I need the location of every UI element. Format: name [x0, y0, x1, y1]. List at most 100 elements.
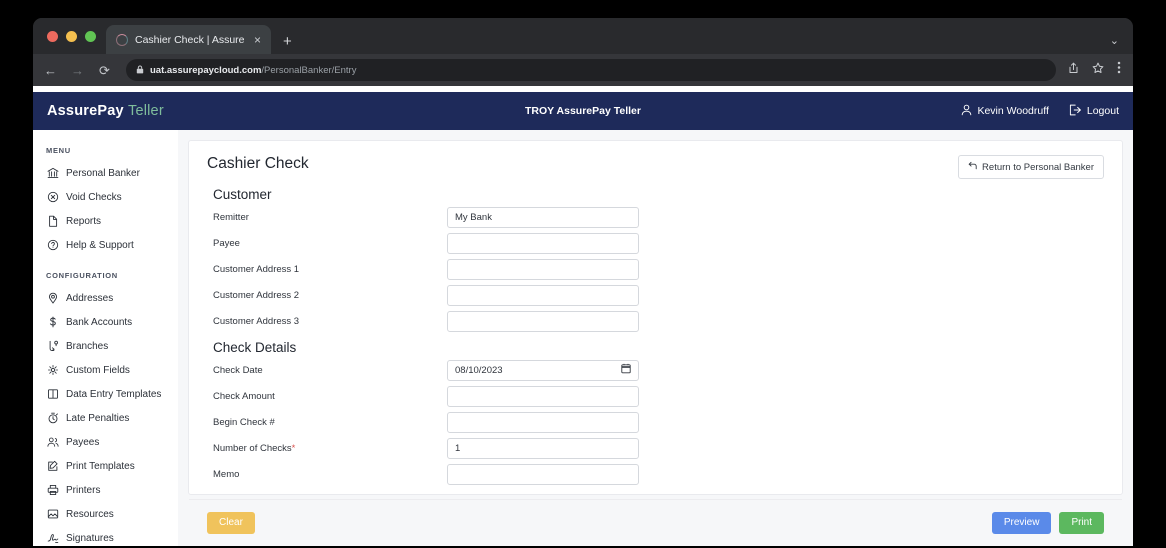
- address-bar[interactable]: uat.assurepaycloud.com/PersonalBanker/En…: [126, 59, 1056, 81]
- preview-button[interactable]: Preview: [991, 512, 1052, 534]
- clear-button[interactable]: Clear: [207, 512, 255, 534]
- sidebar-item-branches[interactable]: Branches: [33, 334, 178, 358]
- label-customer-address-3: Customer Address 3: [213, 315, 300, 327]
- input-customer-address-2[interactable]: [447, 284, 639, 306]
- label-number-of-checks-text: Number of Checks: [213, 442, 292, 454]
- input-payee[interactable]: [447, 232, 639, 254]
- sidebar-item-late-penalties[interactable]: Late Penalties: [33, 406, 178, 430]
- browser-tab-strip: Cashier Check | AssurePayClo × + ⌄: [33, 18, 1133, 54]
- close-window-button[interactable]: [47, 30, 58, 42]
- label-payee: Payee: [213, 237, 240, 249]
- return-to-personal-banker-button[interactable]: Return to Personal Banker: [958, 155, 1104, 179]
- browser-menu-icon[interactable]: [1117, 61, 1121, 79]
- label-check-date: Check Date: [213, 364, 263, 376]
- sidebar-item-label: Late Penalties: [66, 412, 130, 424]
- input-customer-address-1[interactable]: [447, 258, 639, 280]
- edit-square-icon: [46, 460, 59, 473]
- label-check-amount: Check Amount: [213, 390, 275, 402]
- browser-toolbar: ← → ⟳ uat.assurepaycloud.com/PersonalBan…: [33, 54, 1133, 86]
- sidebar-item-custom-fields[interactable]: Custom Fields: [33, 358, 178, 382]
- browser-tab-active[interactable]: Cashier Check | AssurePayClo ×: [106, 25, 271, 54]
- maximize-window-button[interactable]: [85, 30, 96, 42]
- sidebar-item-signatures[interactable]: Signatures: [33, 526, 178, 546]
- back-button[interactable]: ←: [43, 64, 58, 77]
- sidebar-item-label: Bank Accounts: [66, 316, 133, 328]
- sidebar-item-label: Personal Banker: [66, 167, 140, 179]
- sidebar-item-label: Payees: [66, 436, 100, 448]
- input-check-amount[interactable]: [447, 385, 639, 407]
- form-row-check-date: Check Date 08/10/2023: [207, 359, 1104, 381]
- input-remitter-value: My Bank: [455, 211, 492, 223]
- sidebar-item-bank-accounts[interactable]: Bank Accounts: [33, 310, 178, 334]
- sidebar-item-addresses[interactable]: Addresses: [33, 286, 178, 310]
- sidebar-item-label: Custom Fields: [66, 364, 130, 376]
- sidebar-item-print-templates[interactable]: Print Templates: [33, 454, 178, 478]
- lock-icon: [136, 61, 144, 79]
- sidebar-item-printers[interactable]: Printers: [33, 478, 178, 502]
- document-icon: [46, 215, 59, 228]
- signature-icon: [46, 532, 59, 545]
- form-row-memo: Memo: [207, 463, 1104, 485]
- reload-button[interactable]: ⟳: [97, 64, 112, 77]
- input-number-of-checks[interactable]: 1: [447, 437, 639, 459]
- page-viewport: AssurePay Teller TROY AssurePay Teller K…: [33, 86, 1133, 546]
- form-row-customer-address-3: Customer Address 3: [207, 310, 1104, 332]
- sidebar-item-label: Addresses: [66, 292, 114, 304]
- input-memo[interactable]: [447, 463, 639, 485]
- label-begin-check-number: Begin Check #: [213, 416, 275, 428]
- logout-icon: [1069, 104, 1082, 119]
- cashier-check-card: Cashier Check Return to Personal Banker …: [188, 140, 1123, 534]
- dollar-icon: [46, 316, 59, 329]
- sidebar-item-label: Branches: [66, 340, 109, 352]
- chevron-down-icon[interactable]: ⌄: [1110, 34, 1119, 47]
- form-row-customer-address-1: Customer Address 1: [207, 258, 1104, 280]
- sidebar: MENU Personal Banker Void Checks Reports…: [33, 130, 178, 546]
- users-icon: [46, 436, 59, 449]
- minimize-window-button[interactable]: [66, 30, 77, 42]
- brand-primary: AssurePay: [47, 103, 124, 119]
- site-favicon: [116, 33, 128, 46]
- columns-icon: [46, 388, 59, 401]
- sidebar-item-data-entry-templates[interactable]: Data Entry Templates: [33, 382, 178, 406]
- input-remitter[interactable]: My Bank: [447, 206, 639, 228]
- sidebar-item-help-support[interactable]: Help & Support: [33, 233, 178, 257]
- sidebar-item-void-checks[interactable]: Void Checks: [33, 185, 178, 209]
- required-asterisk: *: [291, 442, 296, 454]
- calendar-icon[interactable]: [621, 363, 631, 377]
- print-button[interactable]: Print: [1059, 512, 1104, 534]
- input-begin-check-number[interactable]: [447, 411, 639, 433]
- share-icon[interactable]: [1068, 61, 1079, 79]
- app-body: MENU Personal Banker Void Checks Reports…: [33, 130, 1133, 546]
- close-icon[interactable]: ×: [252, 32, 263, 48]
- app-logo[interactable]: AssurePay Teller: [47, 103, 164, 119]
- form-row-begin-check-number: Begin Check #: [207, 411, 1104, 433]
- sidebar-item-resources[interactable]: Resources: [33, 502, 178, 526]
- forward-button[interactable]: →: [70, 64, 85, 77]
- custom-fields-icon: [46, 364, 59, 377]
- page-title: Cashier Check: [207, 155, 309, 172]
- form-row-check-amount: Check Amount: [207, 385, 1104, 407]
- sidebar-item-personal-banker[interactable]: Personal Banker: [33, 161, 178, 185]
- sidebar-item-label: Help & Support: [66, 239, 134, 251]
- form-row-number-of-checks: Number of Checks* 1: [207, 437, 1104, 459]
- stopwatch-icon: [46, 412, 59, 425]
- sidebar-item-reports[interactable]: Reports: [33, 209, 178, 233]
- bookmark-star-icon[interactable]: [1092, 61, 1104, 79]
- form-row-payee: Payee: [207, 232, 1104, 254]
- sidebar-item-payees[interactable]: Payees: [33, 430, 178, 454]
- logout-button[interactable]: Logout: [1069, 104, 1119, 119]
- brand-secondary: Teller: [128, 103, 164, 119]
- user-account[interactable]: Kevin Woodruff: [961, 104, 1049, 119]
- sidebar-group-label-menu: MENU: [46, 146, 71, 155]
- input-check-date[interactable]: 08/10/2023: [447, 359, 639, 381]
- new-tab-button[interactable]: +: [283, 34, 292, 49]
- input-customer-address-3[interactable]: [447, 310, 639, 332]
- card-header: Cashier Check Return to Personal Banker: [207, 155, 1104, 179]
- form-row-remitter: Remitter My Bank: [207, 206, 1104, 228]
- label-memo: Memo: [213, 468, 240, 480]
- browser-window: Cashier Check | AssurePayClo × + ⌄ ← → ⟳…: [33, 18, 1133, 546]
- return-button-label: Return to Personal Banker: [982, 161, 1094, 173]
- user-icon: [961, 104, 972, 119]
- section-title-customer: Customer: [213, 187, 272, 202]
- return-arrow-icon: [968, 161, 977, 173]
